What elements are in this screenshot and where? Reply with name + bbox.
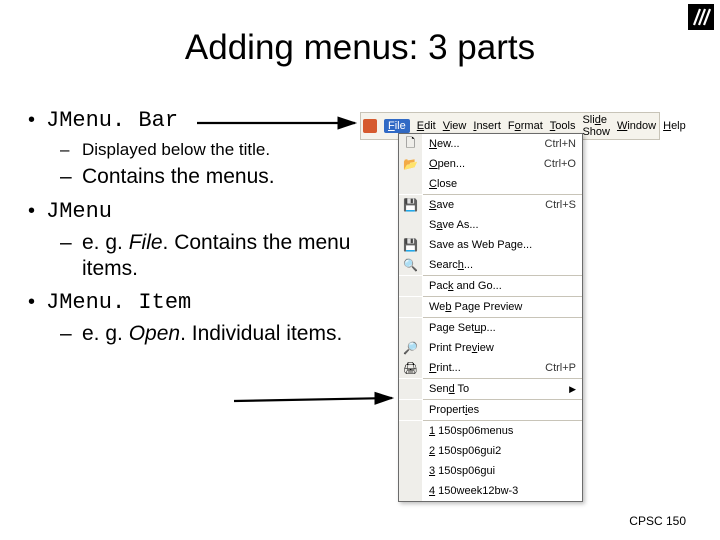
blank-icon	[399, 441, 423, 461]
menubar-item-slide-show[interactable]: Slide Show	[582, 114, 610, 138]
slide-title: Adding menus: 3 parts	[0, 28, 720, 68]
slide-body: •JMenu. Bar –Displayed below the title. …	[28, 108, 363, 351]
sub-bullet: Displayed below the title.	[82, 139, 270, 160]
menubar-item-edit[interactable]: Edit	[417, 120, 436, 132]
blank-icon	[399, 276, 423, 296]
menu-item-1-150sp06menus[interactable]: 1 150sp06menus	[399, 421, 582, 441]
menu-item-label: 2 150sp06gui2	[423, 445, 576, 457]
menu-item-label: Search...	[423, 259, 576, 271]
menu-item-3-150sp06gui[interactable]: 3 150sp06gui	[399, 461, 582, 481]
menu-item-label: Print...	[423, 362, 541, 374]
menu-item-label: Properties	[423, 404, 576, 416]
menu-item-save[interactable]: 💾SaveCtrl+S	[399, 195, 582, 215]
menubar-item-window[interactable]: Window	[617, 120, 656, 132]
blank-icon	[399, 421, 423, 441]
blank-icon	[399, 174, 423, 194]
menu-item-2-150sp06gui2[interactable]: 2 150sp06gui2	[399, 441, 582, 461]
slide-footer: CPSC 150	[629, 514, 686, 528]
menu-item-shortcut: Ctrl+O	[540, 158, 576, 170]
menu-item-label: 1 150sp06menus	[423, 425, 576, 437]
save-icon: 💾	[399, 195, 423, 215]
submenu-arrow-icon: ▶	[569, 384, 576, 395]
menu-item-page-setup[interactable]: Page Setup...	[399, 318, 582, 338]
menu-item-shortcut: Ctrl+S	[541, 199, 576, 211]
menu-item-print[interactable]: 🖨Print...Ctrl+P	[399, 358, 582, 378]
menu-item-label: Pack and Go...	[423, 280, 576, 292]
menu-item-label: Save as Web Page...	[423, 239, 576, 251]
arrow-to-menuitem	[232, 388, 402, 414]
menu-item-label: Save	[423, 199, 541, 211]
menu-item-label: Send To	[423, 383, 569, 395]
menu-item-print-preview[interactable]: 🔎Print Preview	[399, 338, 582, 358]
bullet-jmenubar: JMenu. Bar	[46, 108, 178, 133]
print-icon: 🖨	[399, 358, 423, 378]
saveweb-icon: 💾	[399, 235, 423, 255]
blank-icon	[399, 318, 423, 338]
menu-item-save-as-web-page[interactable]: 💾Save as Web Page...	[399, 235, 582, 255]
menu-item-label: 3 150sp06gui	[423, 465, 576, 477]
menu-item-4-150week12bw-3[interactable]: 4 150week12bw-3	[399, 481, 582, 501]
menu-item-web-page-preview[interactable]: Web Page Preview	[399, 297, 582, 317]
menubar-item-help[interactable]: Help	[663, 120, 686, 132]
menu-item-label: New...	[423, 138, 541, 150]
menu-item-close[interactable]: Close	[399, 174, 582, 194]
blank-icon	[399, 461, 423, 481]
menu-item-properties[interactable]: Properties	[399, 400, 582, 420]
blank-icon	[399, 379, 423, 399]
search-icon: 🔍	[399, 255, 423, 275]
menu-item-label: Web Page Preview	[423, 301, 576, 313]
menubar-item-file[interactable]: File	[384, 119, 410, 133]
sub-bullet: e. g. File. Contains the menu items.	[82, 230, 363, 283]
menu-item-pack-and-go[interactable]: Pack and Go...	[399, 276, 582, 296]
preview-icon: 🔎	[399, 338, 423, 358]
menu-item-shortcut: Ctrl+N	[541, 138, 576, 150]
menu-item-label: Open...	[423, 158, 540, 170]
menubar-item-tools[interactable]: Tools	[550, 120, 576, 132]
file-menu-dropdown: 🗋New...Ctrl+N📂Open...Ctrl+OClose💾SaveCtr…	[398, 133, 583, 502]
menu-item-label: 4 150week12bw-3	[423, 485, 576, 497]
menu-item-shortcut: Ctrl+P	[541, 362, 576, 374]
menu-item-label: Save As...	[423, 219, 576, 231]
menubar-item-format[interactable]: Format	[508, 120, 543, 132]
open-icon: 📂	[399, 154, 423, 174]
bullet-jmenuitem: JMenu. Item	[46, 290, 191, 315]
sub-bullet: Contains the menus.	[82, 164, 275, 190]
blank-icon	[399, 481, 423, 501]
blank-icon	[399, 215, 423, 235]
menu-item-label: Print Preview	[423, 342, 576, 354]
menu-item-open[interactable]: 📂Open...Ctrl+O	[399, 154, 582, 174]
menu-item-send-to[interactable]: Send To▶	[399, 379, 582, 399]
blank-icon	[399, 400, 423, 420]
app-icon	[363, 119, 377, 133]
menu-item-label: Close	[423, 178, 576, 190]
new-icon: 🗋	[399, 134, 423, 154]
slide-logo	[688, 4, 714, 30]
arrow-to-menubar	[195, 110, 365, 136]
menu-item-save-as[interactable]: Save As...	[399, 215, 582, 235]
menubar-item-view[interactable]: View	[443, 120, 467, 132]
menu-item-search[interactable]: 🔍Search...	[399, 255, 582, 275]
menubar-item-insert[interactable]: Insert	[473, 120, 501, 132]
menu-item-new[interactable]: 🗋New...Ctrl+N	[399, 134, 582, 154]
menu-item-label: Page Setup...	[423, 322, 576, 334]
sub-bullet: e. g. Open. Individual items.	[82, 321, 342, 347]
bullet-jmenu: JMenu	[46, 199, 112, 224]
blank-icon	[399, 297, 423, 317]
